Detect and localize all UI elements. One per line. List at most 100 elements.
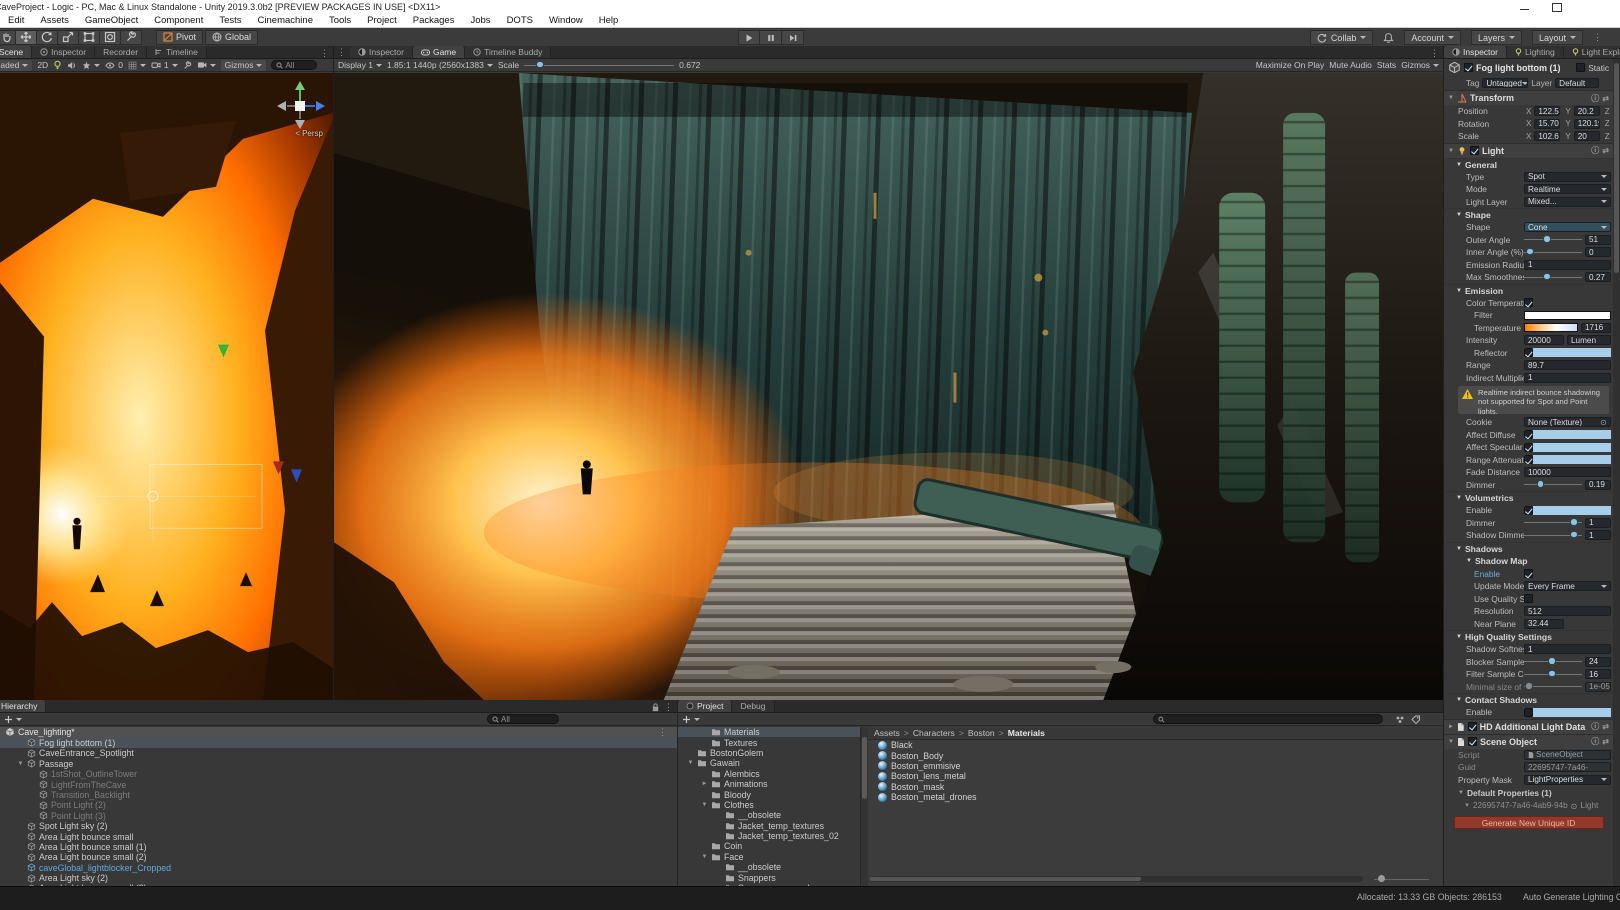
light-enabled-checkbox[interactable] <box>1470 146 1479 155</box>
inner-angle-slider[interactable] <box>1524 247 1582 257</box>
scene-search-input[interactable]: All <box>271 60 317 70</box>
scene-row-menu-icon[interactable]: ⋮ <box>658 728 667 737</box>
project-folder-row[interactable]: ► Animations <box>678 779 860 789</box>
project-folder-row[interactable]: Textures <box>678 737 860 747</box>
section-emission[interactable]: ▼Emission <box>1444 284 1613 297</box>
scene-tabbar-kebab-icon[interactable]: ⋮ <box>320 49 329 58</box>
hidden-objects-toggle[interactable]: 0 <box>105 60 123 70</box>
tab-light-explorer[interactable]: Light Explorer <box>1564 46 1620 58</box>
pause-button[interactable] <box>760 30 782 45</box>
contact-enable-checkbox[interactable] <box>1524 708 1533 717</box>
max-smoothness-slider[interactable] <box>1524 272 1582 282</box>
position-x-field[interactable]: 122.5 <box>1534 106 1560 116</box>
update-mode-dropdown[interactable]: Every Frame <box>1524 581 1611 591</box>
project-folder-row[interactable]: Coin <box>678 841 860 851</box>
hierarchy-create-button[interactable] <box>4 715 22 724</box>
blocker-sample-field[interactable]: 24 <box>1585 657 1611 667</box>
step-button[interactable] <box>782 30 804 45</box>
section-shape[interactable]: ▼Shape <box>1444 208 1613 221</box>
menu-item[interactable]: Assets <box>32 15 77 26</box>
hierarchy-kebab-icon[interactable]: ⋮ <box>664 703 673 712</box>
scale-y-field[interactable]: 20 <box>1574 131 1600 141</box>
tab-timeline[interactable]: Timeline <box>147 46 207 58</box>
game-scale-slider[interactable] <box>524 60 674 70</box>
scene-lighting-toggle-icon[interactable] <box>53 60 62 70</box>
preset-icon[interactable]: ⇄ <box>1602 722 1609 731</box>
inspector-scrollbar[interactable] <box>1613 59 1620 886</box>
hierarchy-item[interactable]: caveGlobal_lightblocker_Cropped <box>0 862 677 872</box>
project-folder-row[interactable]: Jacket_temp_textures <box>678 821 860 831</box>
material-asset-row[interactable]: Boston_metal_drones <box>868 792 1443 802</box>
position-y-field[interactable]: 20.2 <box>1574 106 1600 116</box>
hierarchy-item[interactable]: Spot Light sky (2) <box>0 821 677 831</box>
shadow-enable-checkbox[interactable] <box>1524 569 1533 578</box>
scene-audio-toggle-icon[interactable] <box>67 61 77 70</box>
temperature-field[interactable]: 1716 <box>1581 323 1611 333</box>
game-tabbar-right-kebab-icon[interactable]: ⋮ <box>1430 49 1439 58</box>
grid-dropdown[interactable] <box>128 61 146 70</box>
shadow-dimmer-field[interactable]: 1 <box>1585 530 1611 540</box>
hierarchy-item[interactable]: Point Light (2) <box>0 800 677 810</box>
project-folder-row[interactable]: __obsolete <box>678 862 860 872</box>
preset-icon[interactable]: ⇄ <box>1602 146 1609 155</box>
menu-item[interactable]: Window <box>541 15 591 26</box>
project-folder-row[interactable]: ▼ Gawain <box>678 758 860 768</box>
indirect-multiplier-field[interactable]: 1 <box>1524 373 1611 383</box>
shadow-dimmer-slider[interactable] <box>1524 530 1582 540</box>
project-create-button[interactable] <box>682 715 700 724</box>
affect-diffuse-checkbox[interactable] <box>1524 430 1533 439</box>
project-search-input[interactable] <box>1153 714 1383 724</box>
hd-light-data-header[interactable]: ► HD Additional Light Data ⓘ⇄ <box>1444 719 1613 734</box>
game-viewport[interactable] <box>334 73 1443 700</box>
scene-object-checkbox[interactable] <box>1468 737 1477 746</box>
mute-audio-toggle[interactable]: Mute Audio <box>1329 60 1372 70</box>
menu-item[interactable]: Project <box>359 15 405 26</box>
inner-angle-field[interactable]: 0 <box>1585 247 1611 257</box>
tab-timeline-buddy[interactable]: Timeline Buddy <box>465 46 551 58</box>
material-asset-row[interactable]: Boston_emmisive <box>868 761 1443 771</box>
game-gizmos-dropdown[interactable]: Gizmos <box>1401 60 1439 70</box>
layer-dropdown[interactable]: Default <box>1555 78 1599 88</box>
project-folder-row[interactable]: Materials <box>678 727 860 737</box>
help-icon[interactable]: ⓘ <box>1591 145 1599 156</box>
section-contact-shadows[interactable]: ▼Contact Shadows <box>1444 693 1613 706</box>
outer-angle-field[interactable]: 51 <box>1585 235 1611 245</box>
tab-inspector-center[interactable]: Inspector <box>350 46 413 58</box>
project-tree-scrollbar[interactable] <box>861 727 868 886</box>
project-folder-row[interactable]: Alembics <box>678 769 860 779</box>
gameobject-active-checkbox[interactable] <box>1464 63 1473 72</box>
project-folder-row[interactable]: ▼ Face <box>678 852 860 862</box>
maximize-button[interactable] <box>1552 3 1562 11</box>
project-folder-row[interactable]: Bloody <box>678 789 860 799</box>
intensity-unit-dropdown[interactable]: Lumen <box>1567 335 1611 345</box>
menu-item[interactable]: Edit <box>0 15 32 26</box>
light-layer-dropdown[interactable]: Mixed... <box>1524 197 1611 207</box>
breadcrumb-item[interactable]: Characters <box>913 728 968 738</box>
breadcrumb-item[interactable]: Materials <box>1008 728 1045 738</box>
generate-unique-id-button[interactable]: Generate New Unique ID <box>1454 816 1604 829</box>
lock-icon[interactable] <box>652 703 659 712</box>
material-asset-row[interactable]: Boston_lens_metal <box>868 771 1443 781</box>
hierarchy-scene-row[interactable]: Cave_lighting* ⋮ <box>0 727 677 738</box>
tab-hierarchy[interactable]: Hierarchy <box>0 700 46 712</box>
section-volumetrics[interactable]: ▼Volumetrics <box>1444 491 1613 504</box>
pivot-toggle[interactable]: Pivot <box>156 30 203 45</box>
play-button[interactable] <box>738 30 760 45</box>
stats-toggle[interactable]: Stats <box>1377 60 1396 70</box>
property-mask-dropdown[interactable]: LightProperties <box>1524 775 1611 785</box>
range-attenuation-checkbox[interactable] <box>1524 455 1533 464</box>
scene-gizmos-dropdown[interactable]: Gizmos <box>221 60 267 71</box>
toolbar-kebab-icon[interactable]: ⋮ <box>1593 33 1602 42</box>
minimize-button[interactable] <box>1520 3 1530 11</box>
account-dropdown[interactable]: Account <box>1404 30 1461 45</box>
move-tool-button[interactable] <box>16 30 37 45</box>
material-asset-row[interactable]: Boston_Body <box>868 750 1443 760</box>
filter-sample-field[interactable]: 16 <box>1585 669 1611 679</box>
volumetrics-enable-checkbox[interactable] <box>1524 506 1533 515</box>
project-horizontal-scrollbar[interactable] <box>870 876 1363 882</box>
scene-camera-dropdown[interactable] <box>197 61 216 69</box>
menu-item[interactable]: Component <box>146 15 211 26</box>
hd-light-data-checkbox[interactable] <box>1468 722 1477 731</box>
global-toggle[interactable]: Global <box>205 30 258 45</box>
resolution-dropdown[interactable]: 1.85:1 1440p (2560x1383 <box>387 60 493 70</box>
